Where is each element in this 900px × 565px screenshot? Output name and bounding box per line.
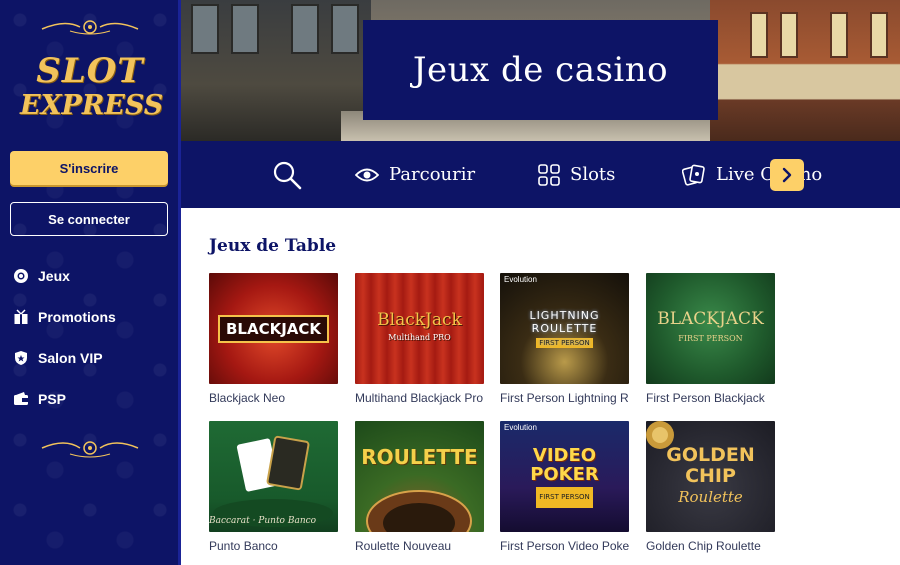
tab-parcourir[interactable]: Parcourir — [355, 141, 475, 208]
hero-train-right — [710, 0, 900, 141]
game-art-subtext: Multihand PRO — [388, 332, 451, 342]
hero-title-box: Jeux de casino — [363, 20, 718, 120]
game-card[interactable]: Evolution VIDEO POKER FIRST PERSON First … — [500, 421, 629, 553]
category-nav: Parcourir Slots Live Casino — [181, 141, 900, 208]
game-art-text: BLACKJACK — [217, 314, 330, 343]
game-thumbnail: BLACKJACK FIRST PERSON — [646, 273, 775, 384]
game-thumbnail: BLACKJACK — [209, 273, 338, 384]
eye-icon — [355, 168, 379, 181]
tab-slots[interactable]: Slots — [538, 141, 615, 208]
tab-label: Parcourir — [389, 164, 476, 185]
game-thumbnail: Evolution VIDEO POKER FIRST PERSON — [500, 421, 629, 532]
sidebar-item-label: Salon VIP — [38, 350, 103, 366]
wallet-icon — [12, 390, 30, 408]
game-title: First Person Lightning Roulette — [500, 391, 629, 405]
game-card[interactable]: Evolution LIGHTNING ROULETTE FIRST PERSON… — [500, 273, 629, 405]
game-card[interactable]: GOLDEN CHIP Roulette Golden Chip Roulette — [646, 421, 775, 553]
game-card[interactable]: ROULETTE Roulette Nouveau — [355, 421, 484, 553]
game-card[interactable]: BLACKJACK FIRST PERSON First Person Black… — [646, 273, 775, 405]
game-card[interactable]: BLACKJACK Blackjack Neo — [209, 273, 338, 405]
game-title: First Person Blackjack — [646, 391, 765, 405]
first-person-badge: FIRST PERSON — [536, 338, 593, 348]
logo-line1: SLOT — [36, 51, 144, 91]
section-title: Jeux de Table — [209, 236, 337, 256]
sidebar-item-jeux[interactable]: Jeux — [12, 265, 70, 287]
sidebar-item-label: PSP — [38, 391, 67, 407]
game-title: First Person Video Poker — [500, 539, 629, 553]
game-art-text: BlackJack — [377, 309, 462, 330]
sidebar-item-salon-vip[interactable]: Salon VIP — [12, 347, 103, 369]
hero-banner: Jeux de casino — [181, 0, 900, 141]
chip-icon — [12, 267, 30, 285]
game-art-subtext: Roulette — [678, 488, 743, 506]
game-thumbnail: Evolution LIGHTNING ROULETTE FIRST PERSON — [500, 273, 629, 384]
game-title: Roulette Nouveau — [355, 539, 452, 553]
game-art-text: Baccarat · Punto Banco — [209, 516, 317, 526]
logo[interactable]: SLOT EXPRESS — [20, 51, 164, 128]
game-art-text: BLACKJACK — [657, 308, 764, 329]
main-content: Jeux de Table BLACKJACK Blackjack Neo Bl… — [181, 208, 900, 565]
top-ornament-icon — [40, 15, 140, 39]
game-title: Blackjack Neo — [209, 391, 286, 405]
tab-label: Slots — [570, 164, 616, 185]
game-thumbnail: ROULETTE — [355, 421, 484, 532]
game-art-text: GOLDEN CHIP — [666, 444, 755, 487]
sidebar-item-psp[interactable]: PSP — [12, 388, 66, 410]
cards-icon — [682, 164, 705, 186]
game-art-text: VIDEO POKER — [530, 444, 599, 485]
sidebar-item-promotions[interactable]: Promotions — [12, 306, 116, 328]
game-title: Golden Chip Roulette — [646, 539, 761, 553]
game-thumbnail: BlackJack Multihand PRO — [355, 273, 484, 384]
game-art-subtext: FIRST PERSON — [678, 333, 743, 343]
signup-button[interactable]: S'inscrire — [10, 151, 168, 185]
sidebar: SLOT EXPRESS S'inscrire Se connecter Jeu… — [0, 0, 181, 565]
logo-line2: EXPRESS — [20, 90, 164, 121]
shield-icon — [12, 349, 30, 367]
game-card[interactable]: BlackJack Multihand PRO Multihand Blackja… — [355, 273, 484, 405]
first-person-badge: FIRST PERSON — [536, 486, 593, 508]
chevron-right-icon — [782, 167, 792, 183]
game-thumbnail: Baccarat · Punto Banco — [209, 421, 338, 532]
game-title: Multihand Blackjack Pro — [355, 391, 484, 405]
game-art-text: ROULETTE — [361, 444, 478, 469]
scroll-right-button[interactable] — [770, 159, 804, 191]
bottom-ornament-icon — [40, 436, 140, 460]
sidebar-item-label: Promotions — [38, 309, 116, 325]
game-art-text: LIGHTNING ROULETTE — [529, 309, 600, 335]
game-card[interactable]: Baccarat · Punto Banco Punto Banco — [209, 421, 338, 553]
game-thumbnail: GOLDEN CHIP Roulette — [646, 421, 775, 532]
gift-icon — [12, 308, 30, 326]
game-title: Punto Banco — [209, 539, 278, 553]
login-button[interactable]: Se connecter — [10, 202, 168, 236]
sidebar-item-label: Jeux — [38, 268, 70, 284]
search-icon[interactable] — [271, 159, 303, 191]
page-title: Jeux de casino — [412, 50, 669, 90]
grid-icon — [538, 163, 560, 186]
